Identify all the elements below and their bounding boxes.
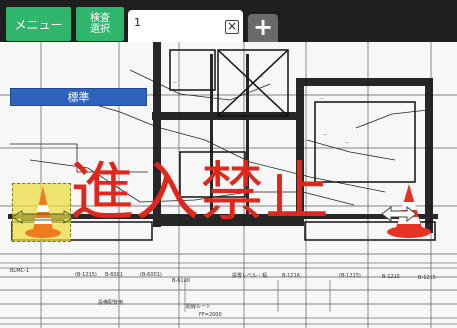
drawing-note-label: 配線ルート	[186, 304, 212, 310]
drawing-tab-label: 1	[134, 16, 141, 29]
drawing-note-label: 設置レベル・幅	[232, 273, 268, 279]
svg-text:—: —	[345, 140, 349, 145]
drawing-note-label: (B-1215)	[75, 272, 97, 278]
double-arrow-icon	[381, 206, 417, 222]
inspection-select-button[interactable]: 検査 選択	[76, 7, 124, 41]
drawing-note-label: B-1216	[282, 273, 300, 279]
top-toolbar: メニュー 検査 選択 1 × +	[0, 0, 457, 42]
drawing-note-label: B-1215	[382, 274, 400, 280]
svg-text:—: —	[320, 96, 324, 101]
standard-mode-badge[interactable]: 標準	[10, 88, 147, 106]
drawing-note-label: FF=2000	[199, 312, 222, 318]
svg-text:—: —	[173, 80, 177, 85]
drawing-note-label: B-6001	[105, 272, 123, 278]
close-icon[interactable]: ×	[225, 20, 239, 34]
drawing-note-label: 設備配管用	[98, 300, 124, 306]
menu-button-label: メニュー	[14, 17, 63, 32]
plus-icon[interactable]: +	[248, 14, 278, 42]
svg-text:—: —	[323, 132, 327, 137]
drawing-note-label: (B-6001)	[140, 272, 162, 278]
drawing-app-screen: メニュー 検査 選択 1 × + — — — — — 標準 進入禁止 BLMC-…	[0, 0, 457, 328]
drawing-note-label: BLMC-1	[10, 268, 30, 274]
drawing-tab[interactable]: 1 ×	[128, 10, 243, 42]
drawing-note-label: B-6100	[172, 278, 190, 284]
double-arrow-icon	[11, 210, 75, 224]
floor-plan-canvas[interactable]: — — — — — — 標準 進入禁止	[0, 42, 457, 328]
svg-text:—: —	[260, 74, 264, 79]
inspection-select-label-line-2: 選択	[90, 24, 110, 35]
drawing-note-label: (B-1215)	[339, 273, 361, 279]
drawing-note-label: B-1215	[418, 275, 436, 281]
menu-button[interactable]: メニュー	[6, 7, 71, 41]
inspection-select-label-line-1: 検査	[90, 13, 110, 24]
